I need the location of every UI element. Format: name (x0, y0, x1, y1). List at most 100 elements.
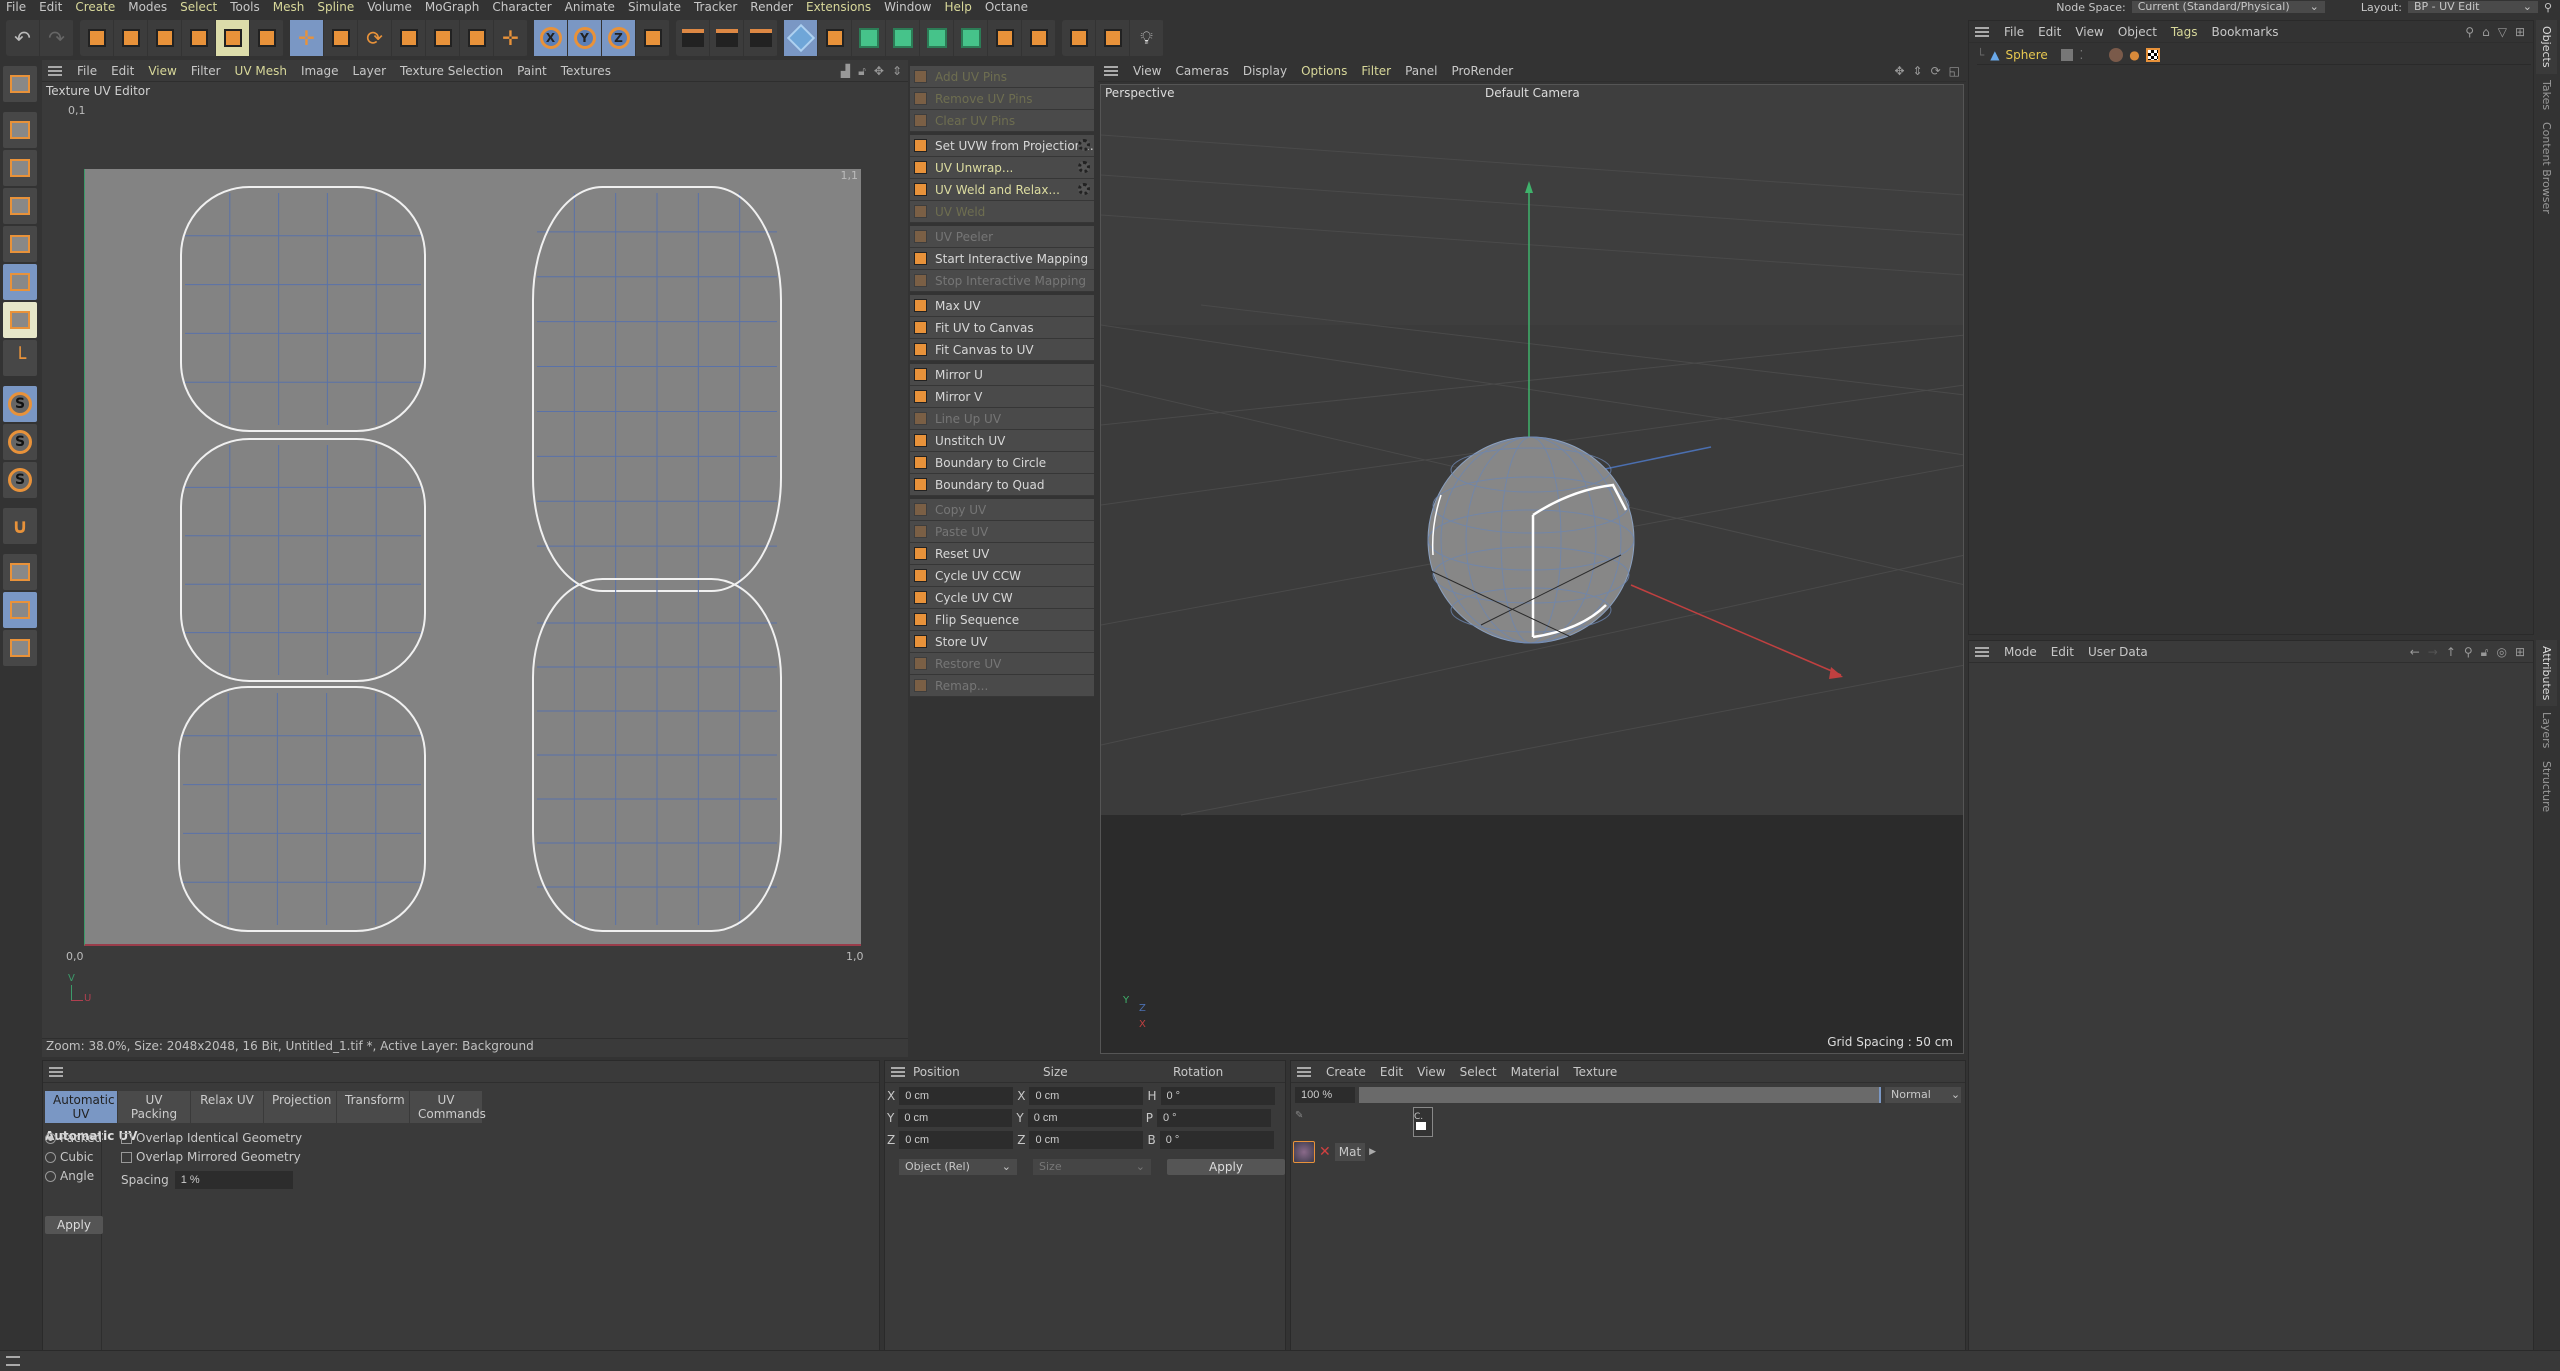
coordinates-apply-button[interactable]: Apply (1167, 1159, 1285, 1175)
uv-command-unstitch-uv[interactable]: Unstitch UV (910, 430, 1094, 452)
selection-filter-button[interactable] (114, 20, 148, 56)
axis-mode-button[interactable]: └ (3, 340, 37, 376)
render-picture-viewer-button[interactable] (710, 20, 744, 56)
menu-edit[interactable]: Edit (2031, 25, 2068, 39)
mode-packed[interactable]: Packed (45, 1131, 102, 1150)
menu-display[interactable]: Display (1236, 64, 1294, 78)
layout-dropdown[interactable]: BP - UV Edit ⌄ (2407, 1, 2538, 13)
uv-command-fit-uv-to-canvas[interactable]: Fit UV to Canvas (910, 317, 1094, 339)
cube-button[interactable] (784, 20, 818, 56)
subdivision-button[interactable] (852, 20, 886, 56)
blend-mode-dropdown[interactable]: Normal ⌄ (1885, 1087, 1961, 1103)
new-panel-icon[interactable]: ⊞ (2515, 25, 2525, 39)
menu-mograph[interactable]: MoGraph (419, 0, 487, 14)
tab-projection[interactable]: Projection (264, 1091, 336, 1123)
uv-command-uv-unwrap[interactable]: UV Unwrap... (910, 157, 1094, 179)
size-y-field[interactable] (1027, 1109, 1142, 1127)
deformer-button[interactable] (1022, 20, 1056, 56)
opacity-input[interactable] (1295, 1087, 1355, 1103)
radio-button[interactable] (45, 1171, 56, 1182)
uv-command-mirror-v[interactable]: Mirror V (910, 386, 1094, 408)
make-editable-button[interactable] (3, 66, 37, 102)
menu-options[interactable]: Options (1294, 64, 1354, 78)
up-arrow-icon[interactable]: ↑ (2446, 645, 2456, 660)
maximize-icon[interactable]: ◱ (1949, 64, 1960, 78)
texture-mode-button[interactable] (3, 150, 37, 186)
move-button[interactable]: ✛ (290, 20, 324, 56)
menu-tracker[interactable]: Tracker (688, 0, 744, 14)
lock-icon[interactable]: 🔓︎ (2481, 645, 2489, 660)
array-button[interactable] (954, 20, 988, 56)
uv-command-fit-canvas-to-uv[interactable]: Fit Canvas to UV (910, 339, 1094, 361)
uv-command-set-uvw-from-projection[interactable]: Set UVW from Projection... (910, 135, 1094, 157)
align-workplane-button[interactable] (3, 630, 37, 666)
camera-button[interactable] (1096, 20, 1130, 56)
new-panel-icon[interactable]: ⊞ (2515, 645, 2525, 660)
lock-icon[interactable]: 🔓︎ (858, 64, 866, 79)
position-y-field[interactable] (898, 1109, 1013, 1127)
size-mode-dropdown[interactable]: Size ⌄ (1033, 1159, 1151, 1175)
checkbox[interactable] (121, 1133, 132, 1144)
menu-select[interactable]: Select (174, 0, 224, 14)
menu-create[interactable]: Create (1319, 1065, 1373, 1079)
menu-edit[interactable]: Edit (2044, 645, 2081, 659)
rotation-p-field[interactable] (1156, 1109, 1271, 1127)
menu-volume[interactable]: Volume (361, 0, 419, 14)
menu-user-data[interactable]: User Data (2081, 645, 2155, 659)
psr-reset-button[interactable] (460, 20, 494, 56)
texture-placement-button[interactable] (392, 20, 426, 56)
menu-object[interactable]: Object (2111, 25, 2164, 39)
menu-extensions[interactable]: Extensions (800, 0, 878, 14)
menu-cameras[interactable]: Cameras (1168, 64, 1235, 78)
menu-texture[interactable]: Texture (1566, 1065, 1624, 1079)
orbit-icon[interactable]: ⟳ (1931, 64, 1941, 78)
polygons-mode-button[interactable] (3, 264, 37, 300)
object-name[interactable]: Sphere (2005, 48, 2055, 62)
uv-command-store-uv[interactable]: Store UV (910, 631, 1094, 653)
menu-texture-selection[interactable]: Texture Selection (393, 64, 510, 78)
material-tag-icon[interactable] (2109, 47, 2124, 62)
search-icon[interactable]: ⚲ (2465, 25, 2474, 39)
z-axis-lock-button[interactable]: Z (602, 20, 636, 56)
side-tab-layers[interactable]: Layers (2536, 706, 2557, 754)
uv-command-boundary-to-circle[interactable]: Boundary to Circle (910, 452, 1094, 474)
menu-edit[interactable]: Edit (1373, 1065, 1410, 1079)
menu-uv-mesh[interactable]: UV Mesh (228, 64, 294, 78)
menu-animate[interactable]: Animate (559, 0, 622, 14)
menu-view[interactable]: View (2068, 25, 2110, 39)
auto-uv-apply-button[interactable]: Apply (45, 1216, 103, 1234)
side-tab-content-browser[interactable]: Content Browser (2536, 116, 2557, 220)
radio-button[interactable] (45, 1133, 56, 1144)
symmetry-button[interactable] (988, 20, 1022, 56)
menu-filter[interactable]: Filter (184, 64, 228, 78)
uv-grid-button[interactable] (250, 20, 284, 56)
rotation-h-field[interactable] (1160, 1087, 1275, 1105)
uv-command-cycle-uv-ccw[interactable]: Cycle UV CCW (910, 565, 1094, 587)
uv-transform-button[interactable] (148, 20, 182, 56)
tab-uv-packing[interactable]: UV Packing (118, 1091, 190, 1123)
rotation-b-field[interactable] (1159, 1131, 1274, 1149)
hamburger-icon[interactable] (1975, 646, 1989, 657)
uv-command-boundary-to-quad[interactable]: Boundary to Quad (910, 474, 1094, 496)
uv-command-start-interactive-mapping[interactable]: Start Interactive Mapping (910, 248, 1094, 270)
locked-workplane-button[interactable] (3, 592, 37, 628)
y-axis-lock-button[interactable]: Y (568, 20, 602, 56)
camera-name[interactable]: Default Camera (1485, 86, 1580, 100)
menu-view[interactable]: View (141, 64, 183, 78)
solo-hierarchy-button[interactable]: S (3, 424, 37, 460)
search-icon[interactable]: ⚲ (2464, 645, 2473, 660)
zoom-icon[interactable]: ⇕ (892, 64, 902, 79)
hamburger-icon[interactable] (1297, 1066, 1311, 1077)
pen-button[interactable] (818, 20, 852, 56)
expand-arrow-icon[interactable]: ▶ (1369, 1147, 1376, 1157)
menu-render[interactable]: Render (744, 0, 800, 14)
solo-button[interactable]: S (3, 386, 37, 422)
uv-polygons-mode-button[interactable] (3, 302, 37, 338)
visibility-dots-icon[interactable]: ⁚ (2079, 48, 2083, 62)
delete-icon[interactable]: ✕ (1319, 1144, 1331, 1160)
menu-panel[interactable]: Panel (1398, 64, 1444, 78)
menu-octane[interactable]: Octane (979, 0, 1035, 14)
tab-transform[interactable]: Transform (337, 1091, 409, 1123)
home-icon[interactable]: ⌂ (2482, 25, 2490, 39)
edges-mode-button[interactable] (3, 226, 37, 262)
